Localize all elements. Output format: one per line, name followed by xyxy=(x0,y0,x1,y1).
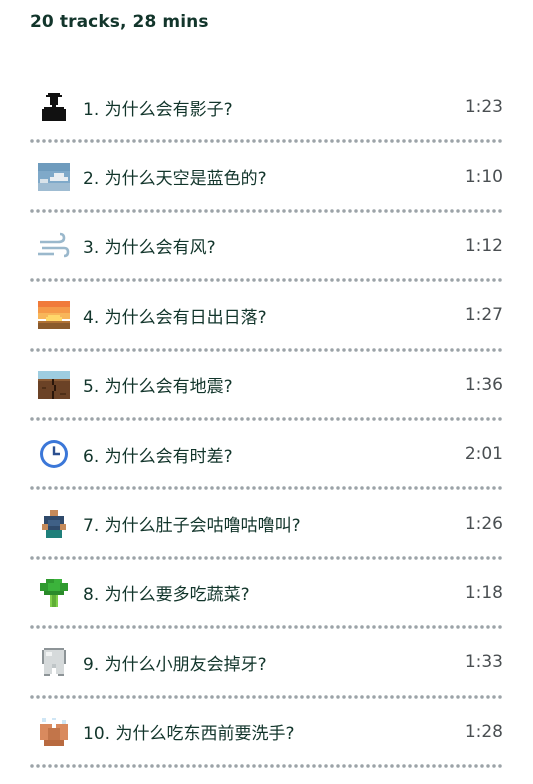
person-silhouette-icon xyxy=(38,91,70,123)
track-duration: 1:33 xyxy=(464,652,503,673)
track-duration: 2:01 xyxy=(464,444,503,465)
track-duration: 1:28 xyxy=(464,721,503,742)
track-item[interactable]: 8. 为什么要多吃蔬菜? 1:18 xyxy=(30,560,503,630)
track-duration: 1:12 xyxy=(464,235,503,256)
track-duration: 1:26 xyxy=(464,513,503,534)
track-item[interactable]: 10. 为什么吃东西前要洗手? 1:28 xyxy=(30,699,503,769)
broccoli-icon xyxy=(38,577,70,609)
track-number: 6. xyxy=(83,446,100,467)
stomach-person-icon xyxy=(38,508,70,540)
track-item[interactable]: 1. 为什么会有影子? 1:23 xyxy=(30,74,503,144)
track-title: 为什么要多吃蔬菜? xyxy=(104,585,250,606)
tooth-icon xyxy=(38,646,70,678)
track-item[interactable]: 7. 为什么肚子会咕噜咕噜叫? 1:26 xyxy=(30,490,503,561)
track-list: 1. 为什么会有影子? 1:23 2. 为什么天空是蓝色的? 1:10 3. 为… xyxy=(30,74,503,769)
track-item[interactable]: 3. 为什么会有风? 1:12 xyxy=(30,213,503,283)
track-title: 为什么会有风? xyxy=(104,238,216,259)
earthquake-icon xyxy=(38,369,70,401)
track-title: 为什么小朋友会掉牙? xyxy=(104,654,267,675)
track-number: 5. xyxy=(83,377,100,398)
track-duration: 1:27 xyxy=(464,305,503,326)
track-title: 为什么吃东西前要洗手? xyxy=(115,724,295,745)
track-title: 为什么肚子会咕噜咕噜叫? xyxy=(104,516,301,537)
track-item[interactable]: 2. 为什么天空是蓝色的? 1:10 xyxy=(30,143,503,214)
track-duration: 1:10 xyxy=(464,166,503,187)
track-item[interactable]: 9. 为什么小朋友会掉牙? 1:33 xyxy=(30,629,503,699)
track-number: 9. xyxy=(83,654,100,675)
track-number: 4. xyxy=(83,307,100,328)
sky-cloud-icon xyxy=(38,161,70,193)
track-title: 为什么会有日出日落? xyxy=(104,307,267,328)
track-duration: 1:36 xyxy=(464,374,503,395)
track-number: 7. xyxy=(83,516,100,537)
wind-icon xyxy=(38,230,70,262)
track-title: 为什么会有时差? xyxy=(104,446,233,467)
track-title: 为什么天空是蓝色的? xyxy=(104,169,267,190)
track-number: 3. xyxy=(83,238,100,259)
track-duration: 1:18 xyxy=(464,582,503,603)
washing-hands-icon xyxy=(38,716,70,748)
track-number: 10. xyxy=(83,724,111,745)
track-title: 为什么会有地震? xyxy=(104,377,233,398)
track-summary: 20 tracks, 28 mins xyxy=(30,12,209,32)
sunset-icon xyxy=(38,299,70,331)
track-item[interactable]: 4. 为什么会有日出日落? 1:27 xyxy=(30,282,503,352)
track-number: 8. xyxy=(83,585,100,606)
track-duration: 1:23 xyxy=(464,97,503,118)
track-title: 为什么会有影子? xyxy=(104,99,233,120)
track-item[interactable]: 6. 为什么会有时差? 2:01 xyxy=(30,421,503,491)
track-number: 2. xyxy=(83,169,100,190)
clock-icon xyxy=(38,438,70,470)
track-number: 1. xyxy=(83,99,100,120)
track-item[interactable]: 5. 为什么会有地震? 1:36 xyxy=(30,352,503,422)
